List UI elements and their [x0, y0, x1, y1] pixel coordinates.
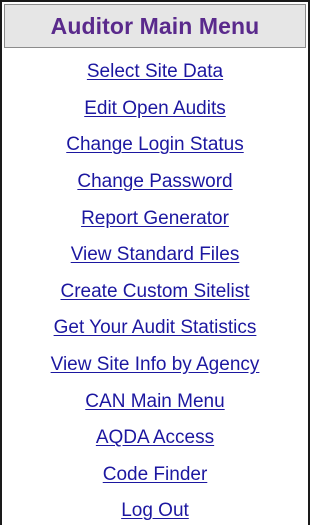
menu-item-change-login-status: Change Login Status [2, 127, 308, 164]
view-standard-files-link[interactable]: View Standard Files [71, 244, 240, 266]
can-main-menu-link[interactable]: CAN Main Menu [85, 391, 224, 413]
menu-item-report-generator: Report Generator [2, 200, 308, 237]
create-custom-sitelist-link[interactable]: Create Custom Sitelist [60, 281, 249, 303]
change-password-link[interactable]: Change Password [77, 171, 232, 193]
aqda-access-link[interactable]: AQDA Access [96, 427, 214, 449]
menu-item-aqda-access: AQDA Access [2, 420, 308, 457]
menu-item-log-out: Log Out [2, 493, 308, 530]
menu-list: Select Site Data Edit Open Audits Change… [2, 54, 308, 530]
menu-item-view-standard-files: View Standard Files [2, 237, 308, 274]
menu-item-select-site-data: Select Site Data [2, 54, 308, 91]
log-out-link[interactable]: Log Out [121, 500, 189, 522]
select-site-data-link[interactable]: Select Site Data [87, 61, 223, 83]
auditor-main-menu-panel: Auditor Main Menu Select Site Data Edit … [0, 0, 310, 525]
report-generator-link[interactable]: Report Generator [81, 208, 229, 230]
menu-item-edit-open-audits: Edit Open Audits [2, 91, 308, 128]
get-audit-statistics-link[interactable]: Get Your Audit Statistics [54, 317, 257, 339]
menu-item-code-finder: Code Finder [2, 457, 308, 494]
menu-item-change-password: Change Password [2, 164, 308, 201]
view-site-info-by-agency-link[interactable]: View Site Info by Agency [51, 354, 260, 376]
edit-open-audits-link[interactable]: Edit Open Audits [84, 98, 226, 120]
menu-header: Auditor Main Menu [4, 4, 306, 48]
menu-item-view-site-info-by-agency: View Site Info by Agency [2, 347, 308, 384]
menu-item-can-main-menu: CAN Main Menu [2, 383, 308, 420]
menu-item-get-audit-statistics: Get Your Audit Statistics [2, 310, 308, 347]
menu-title: Auditor Main Menu [50, 12, 260, 39]
change-login-status-link[interactable]: Change Login Status [66, 134, 243, 156]
menu-item-create-custom-sitelist: Create Custom Sitelist [2, 274, 308, 311]
code-finder-link[interactable]: Code Finder [103, 464, 208, 486]
